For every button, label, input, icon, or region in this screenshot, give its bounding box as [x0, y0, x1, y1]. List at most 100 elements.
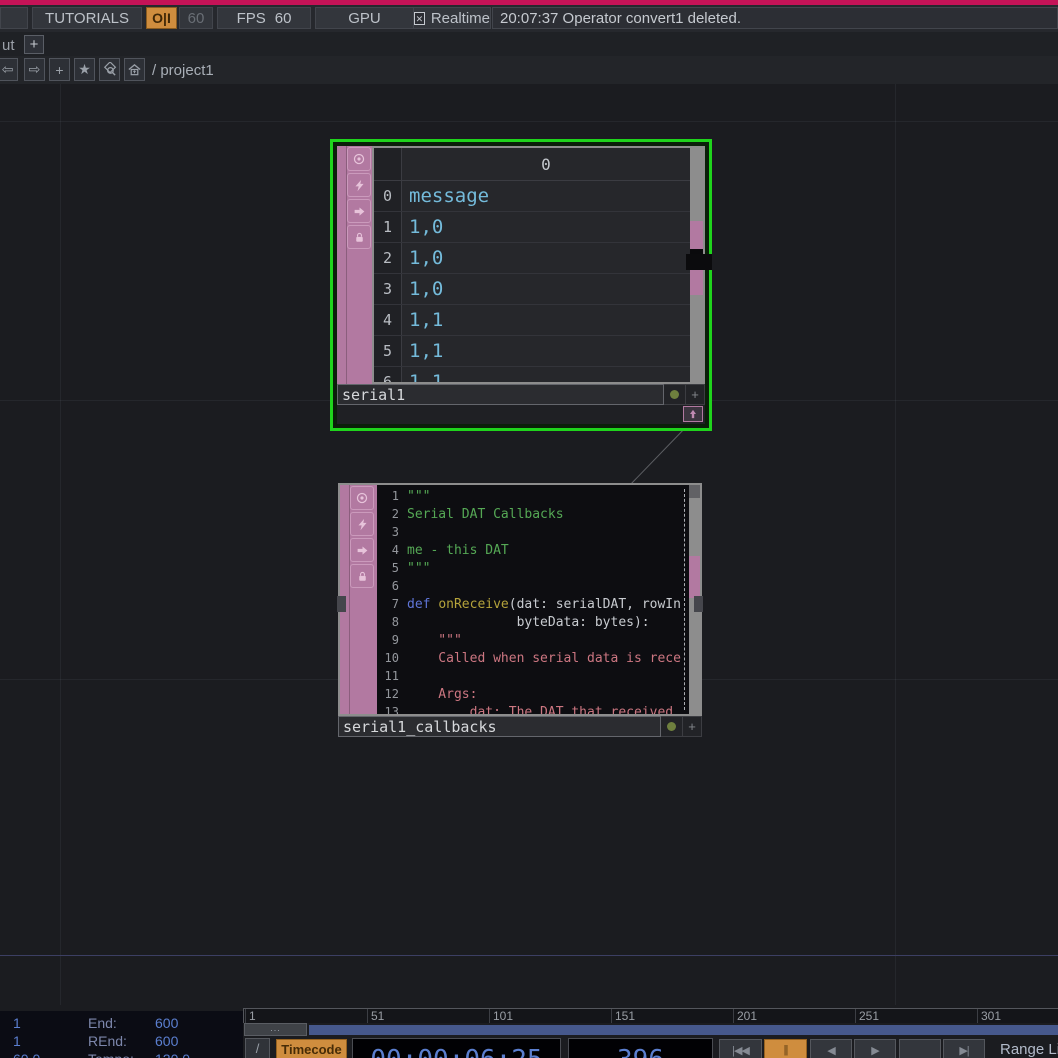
table-cell[interactable]: message [402, 181, 690, 211]
realtime-checkbox[interactable]: ✕ [414, 12, 425, 25]
node-state-dot-cell[interactable] [664, 384, 686, 405]
bypass-flag-button[interactable] [350, 512, 374, 536]
network-nav-bar: ⇦ ⇨ + ★ / project1 [0, 56, 1058, 84]
table-cell[interactable]: 1,0 [402, 243, 690, 273]
forward-button[interactable]: ⇨ [24, 58, 45, 81]
row-number: 0 [374, 181, 402, 211]
add-pane-button[interactable]: + [49, 58, 70, 81]
pause-button[interactable]: || [764, 1039, 807, 1058]
network-separator-line [0, 955, 1058, 956]
table-row[interactable]: 31,0 [374, 274, 690, 305]
node-serial1-callbacks[interactable]: 1"""2Serial DAT Callbacks34me - this DAT… [338, 483, 702, 737]
node-output-connector[interactable] [694, 596, 703, 612]
range-limit-label: Range Li [1000, 1041, 1058, 1058]
code-line: 3 [377, 525, 689, 543]
fps-display[interactable]: FPS 60 [217, 7, 311, 29]
timeline-scrollbar[interactable] [309, 1025, 1058, 1035]
realtime-toggle[interactable]: ✕ Realtime [413, 7, 491, 29]
grid-line-vertical [895, 84, 896, 1005]
table-cell[interactable]: 1,1 [402, 336, 690, 366]
node-output-connector[interactable] [686, 254, 712, 270]
code-viewer[interactable]: 1"""2Serial DAT Callbacks34me - this DAT… [377, 485, 689, 714]
jump-end-button[interactable]: ▶| [943, 1039, 985, 1058]
table-row[interactable]: 41,1 [374, 305, 690, 336]
dock-toggle-button[interactable] [683, 406, 703, 422]
timecode-mode-button[interactable]: Timecode [276, 1039, 347, 1058]
code-line: 5""" [377, 561, 689, 579]
table-row[interactable]: 11,0 [374, 212, 690, 243]
code-text: dat: The DAT that received [407, 705, 673, 714]
code-line: 13 dat: The DAT that received [377, 705, 689, 714]
layout-tab-partial[interactable]: ut [2, 37, 15, 54]
forward-arrow-icon: ⇨ [29, 61, 41, 78]
info-value: 60.0 [13, 1051, 40, 1058]
info-value: 600 [155, 1033, 178, 1049]
timeline-panel: 1End:6001REnd:60060.0Tempo:120.0 1511011… [0, 1005, 1058, 1058]
wrap-indicator [684, 489, 685, 710]
flag-strip [337, 146, 372, 384]
table-cell[interactable]: 1,0 [402, 212, 690, 242]
timeline-options-button[interactable]: / [245, 1038, 270, 1058]
gpu-button[interactable]: GPU [315, 7, 414, 29]
node-expand-button[interactable]: + [686, 384, 705, 405]
node-name-field[interactable]: serial1 [337, 384, 664, 405]
dat-table-viewer[interactable]: 0 0message11,021,031,041,151,161,1 [372, 146, 705, 384]
table-row[interactable]: 21,0 [374, 243, 690, 274]
breadcrumb[interactable]: / project1 [152, 62, 214, 79]
export-flag-button[interactable] [347, 199, 371, 223]
table-row[interactable]: 51,1 [374, 336, 690, 367]
play-reverse-button[interactable]: ◀ [810, 1039, 852, 1058]
node-expand-button[interactable]: + [683, 716, 702, 737]
info-value: 1 [13, 1015, 21, 1031]
scrollbar-thumb[interactable] [689, 556, 700, 598]
play-forward-button[interactable]: ▶ [854, 1039, 896, 1058]
code-text: me - this DAT [407, 543, 509, 561]
table-cell[interactable]: 1,1 [402, 305, 690, 335]
step-forward-button[interactable] [899, 1039, 941, 1058]
lock-flag-button[interactable] [347, 225, 371, 249]
table-row[interactable]: 61,1 [374, 367, 690, 382]
lock-icon [356, 570, 369, 583]
up-arrow-icon [687, 408, 699, 420]
line-number: 1 [377, 489, 407, 507]
timeline-ruler[interactable]: 151101151201251301 [243, 1008, 1058, 1023]
viewer-active-flag-button[interactable] [350, 486, 374, 510]
lock-flag-button[interactable] [350, 564, 374, 588]
node-name-field[interactable]: serial1_callbacks [338, 716, 661, 737]
add-layout-button[interactable]: + [24, 35, 44, 54]
export-flag-button[interactable] [350, 538, 374, 562]
ruler-tick: 201 [733, 1009, 757, 1023]
status-message: 20:07:37 Operator convert1 deleted. [492, 7, 1058, 29]
node-state-dot-cell[interactable] [661, 716, 683, 737]
bypass-flag-button[interactable] [347, 173, 371, 197]
line-number: 5 [377, 561, 407, 579]
viewer-active-flag-button[interactable] [347, 147, 371, 171]
perform-mode-toggle[interactable]: O|I [146, 7, 177, 29]
table-cell[interactable]: 1,1 [402, 367, 690, 382]
network-editor[interactable]: 0 0message11,021,031,041,151,161,1 seria… [0, 84, 1058, 1005]
row-number: 5 [374, 336, 402, 366]
ruler-tick: 301 [977, 1009, 1001, 1023]
code-line: 4me - this DAT [377, 543, 689, 561]
timeline-info-row: 1REnd:600 [0, 1033, 243, 1051]
zoom-fit-button[interactable] [99, 58, 120, 81]
grid-line-vertical [60, 84, 61, 1005]
line-number: 2 [377, 507, 407, 525]
code-line: 8 byteData: bytes): [377, 615, 689, 633]
node-input-connector[interactable] [337, 596, 346, 612]
timeline-scroll-handle[interactable]: ... [244, 1023, 307, 1036]
table-cell[interactable]: 1,0 [402, 274, 690, 304]
plus-icon: + [55, 62, 63, 78]
table-row[interactable]: 0message [374, 181, 690, 212]
code-line: 9 """ [377, 633, 689, 651]
bypass-icon [353, 179, 366, 192]
line-number: 3 [377, 525, 407, 543]
step-back-button[interactable]: |◀◀ [719, 1039, 762, 1058]
tutorials-button[interactable]: TUTORIALS [32, 7, 142, 29]
line-number: 7 [377, 597, 407, 615]
bookmark-button[interactable]: ★ [74, 58, 95, 81]
node-serial1[interactable]: 0 0message11,021,031,041,151,161,1 seria… [330, 139, 712, 431]
home-button[interactable] [124, 58, 145, 81]
back-button[interactable]: ⇦ [0, 58, 18, 81]
dat-table[interactable]: 0 0message11,021,031,041,151,161,1 [374, 148, 690, 382]
